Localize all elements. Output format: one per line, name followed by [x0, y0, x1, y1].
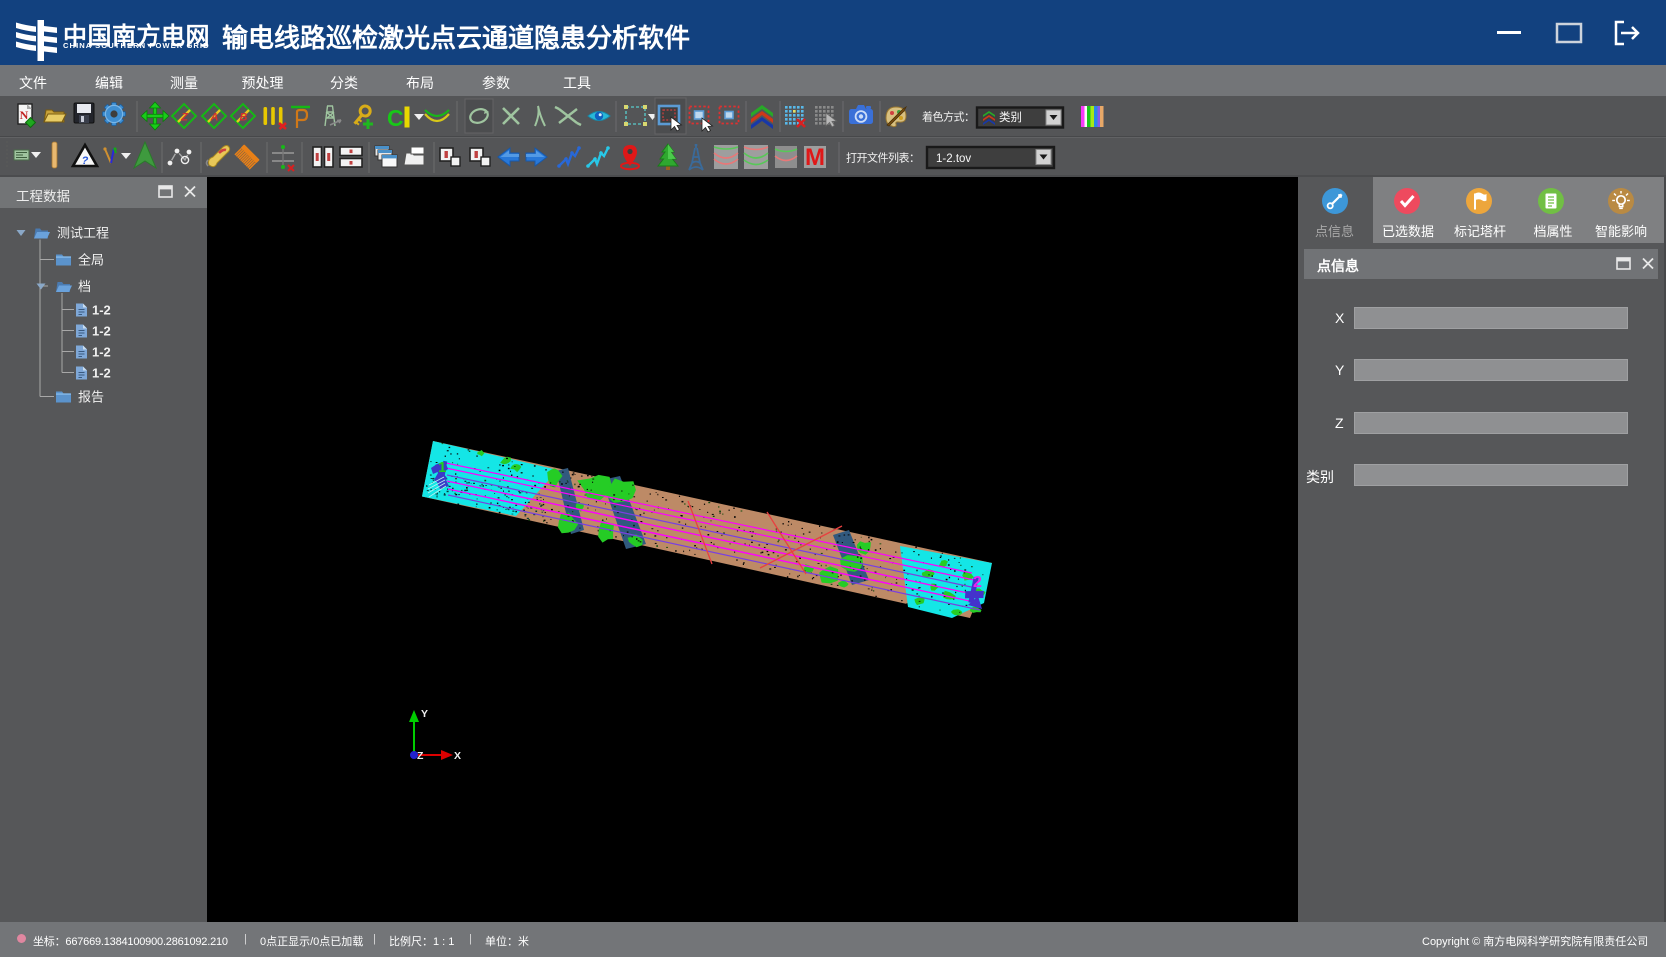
svg-text:1-2.tov: 1-2.tov — [936, 153, 971, 165]
svg-text:1-2: 1-2 — [92, 324, 111, 339]
svg-text:Y: Y — [421, 708, 428, 720]
svg-text:C: C — [387, 105, 404, 131]
svg-text:1: 1 — [438, 459, 446, 476]
svg-text:Z: Z — [417, 750, 424, 762]
svg-text:1-2: 1-2 — [92, 366, 111, 381]
svg-text:全局: 全局 — [78, 253, 104, 268]
svg-text:A: A — [210, 112, 219, 124]
svg-text:Z: Z — [180, 112, 189, 124]
svg-text:2: 2 — [973, 574, 982, 591]
svg-text:M: M — [805, 144, 825, 171]
svg-text:类别: 类别 — [999, 110, 1022, 124]
svg-text:N: N — [20, 108, 29, 122]
svg-text:1-2: 1-2 — [92, 303, 111, 318]
svg-text:测试工程: 测试工程 — [57, 226, 109, 241]
svg-text:X: X — [454, 750, 461, 762]
svg-text:着色方式：: 着色方式： — [922, 110, 975, 124]
svg-text:报告: 报告 — [78, 390, 104, 405]
svg-text:1-2: 1-2 — [92, 345, 111, 360]
svg-text:B: B — [240, 112, 248, 124]
svg-text:档: 档 — [78, 279, 91, 294]
svg-text:打开文件列表：: 打开文件列表： — [846, 151, 920, 165]
svg-text:?: ? — [82, 155, 89, 167]
